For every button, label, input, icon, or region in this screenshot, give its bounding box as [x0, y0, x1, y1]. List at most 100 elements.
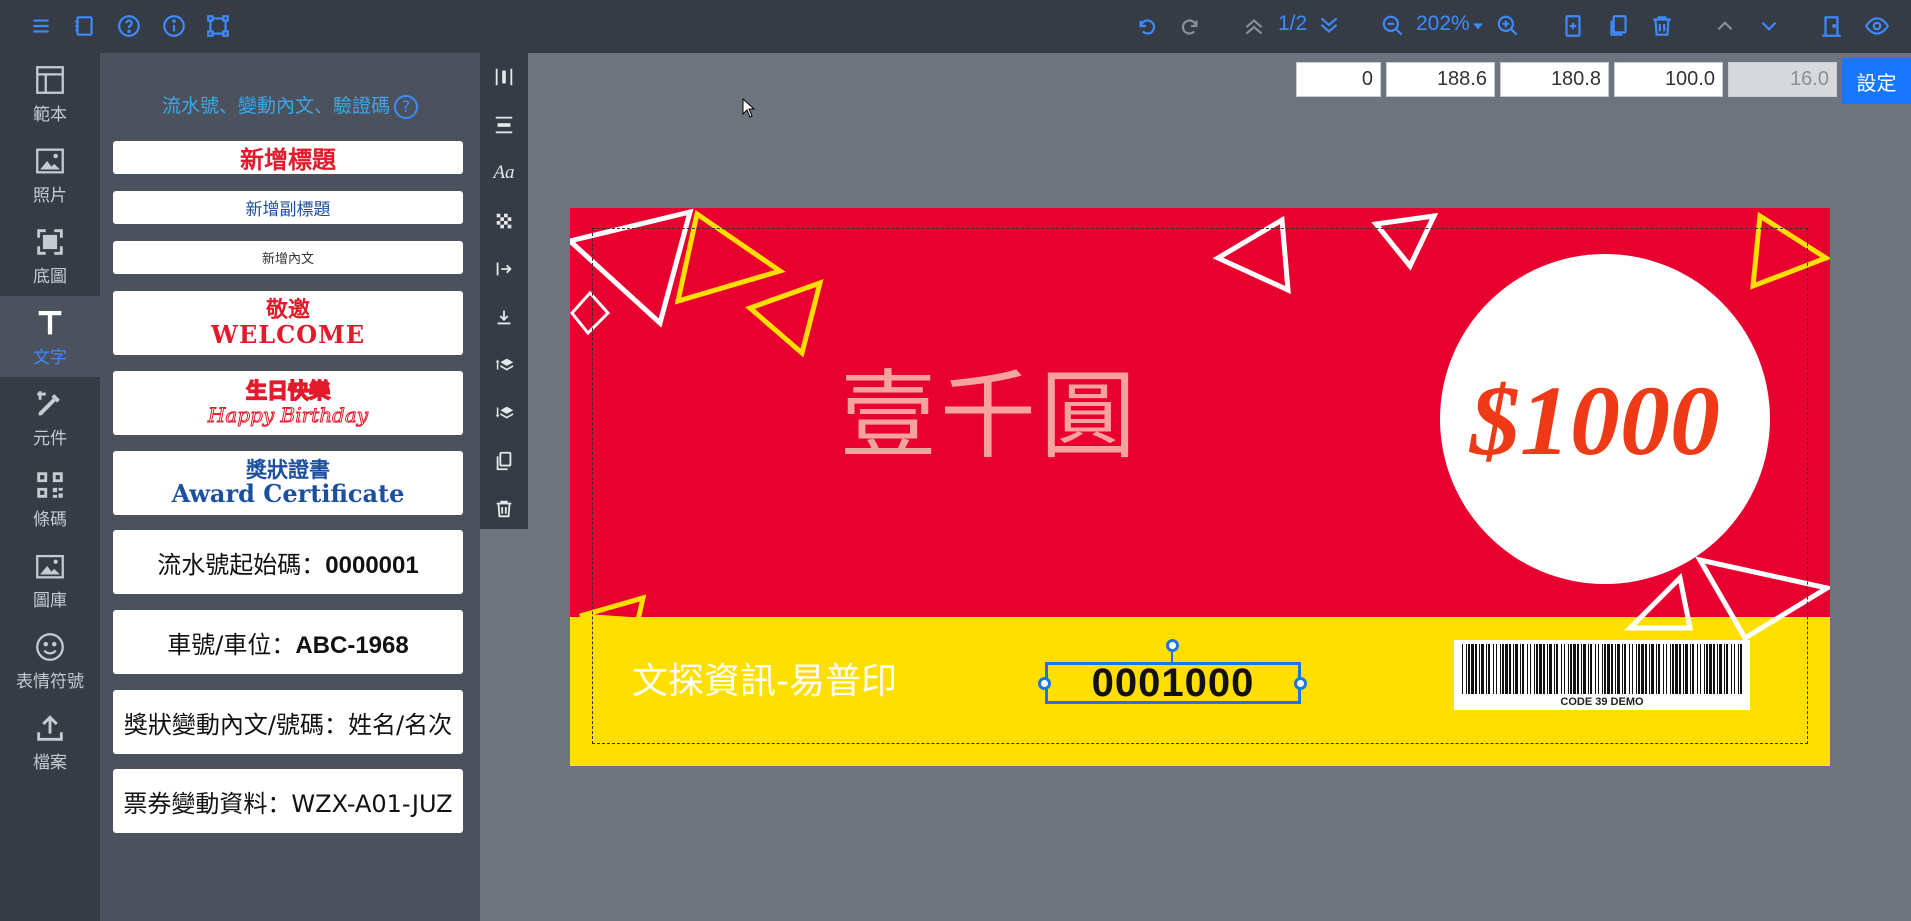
width-input[interactable]: [1500, 62, 1609, 97]
barcode-bar: [1645, 644, 1647, 694]
add-title-button[interactable]: 新增標題: [113, 141, 463, 174]
font-icon[interactable]: Aa: [480, 149, 528, 197]
barcode-bar: [1554, 644, 1555, 694]
x-input[interactable]: [1296, 62, 1381, 97]
nav-template[interactable]: 範本: [0, 53, 100, 134]
menu-icon[interactable]: [24, 9, 58, 43]
delete-icon[interactable]: [480, 485, 528, 533]
nav-element[interactable]: 元件: [0, 377, 100, 458]
barcode-bar: [1638, 644, 1640, 694]
move-up-icon[interactable]: [1708, 9, 1742, 43]
barcode-bar: [1539, 644, 1542, 694]
barcode-bar: [1663, 644, 1664, 694]
nav-text[interactable]: 文字: [0, 296, 100, 377]
ticket-canvas[interactable]: 壹千圓 $1000 文探資訊-易普印 0001000 CODE 39 DEMO: [570, 208, 1830, 766]
nav-file[interactable]: 檔案: [0, 701, 100, 782]
apply-button[interactable]: 設定: [1842, 58, 1911, 104]
undo-icon[interactable]: [1129, 9, 1163, 43]
font-size-input[interactable]: [1728, 62, 1837, 97]
barcode-bar: [1475, 644, 1477, 694]
nav-emoji[interactable]: 表情符號: [0, 620, 100, 701]
align-vertical-icon[interactable]: [480, 53, 528, 101]
barcode-bar: [1466, 644, 1467, 694]
barcode-bar: [1570, 644, 1572, 694]
preview-icon[interactable]: [1860, 9, 1894, 43]
award-variable-preset[interactable]: 獎狀變動內文/號碼：姓名/名次: [113, 690, 463, 754]
barcode-label: CODE 39 DEMO: [1560, 696, 1644, 708]
welcome-preset-top: 敬邀: [265, 296, 310, 323]
zoom-in-icon[interactable]: [1491, 9, 1525, 43]
height-input[interactable]: [1614, 62, 1723, 97]
ticket-variable-preset[interactable]: 票券變動資料：WZX-A01-JUZ: [113, 769, 463, 833]
delete-page-icon[interactable]: [1645, 9, 1679, 43]
barcode-bar: [1685, 644, 1688, 694]
exit-icon[interactable]: [1815, 9, 1849, 43]
y-input[interactable]: [1386, 62, 1495, 97]
redo-icon[interactable]: [1174, 9, 1208, 43]
barcode-bar: [1564, 644, 1565, 694]
ticket-barcode[interactable]: CODE 39 DEMO: [1454, 640, 1750, 710]
nav-label: 條碼: [33, 509, 67, 530]
zoom-out-icon[interactable]: [1376, 9, 1410, 43]
align-bottom-edge-icon[interactable]: [480, 293, 528, 341]
resize-handle-left[interactable]: [1038, 677, 1051, 690]
barcode-bar: [1629, 644, 1630, 694]
font-button-label: Aa: [493, 162, 515, 183]
bring-forward-icon[interactable]: [480, 341, 528, 389]
barcode-bar: [1719, 644, 1722, 694]
barcode-bars: [1462, 644, 1742, 694]
barcode-bar: [1624, 644, 1626, 694]
resize-handle-right[interactable]: [1294, 677, 1307, 690]
ticket-company-name[interactable]: 文探資訊-易普印: [632, 652, 897, 704]
add-body-button[interactable]: 新增內文: [113, 241, 463, 274]
add-body-label: 新增內文: [261, 252, 314, 267]
nav-photo[interactable]: 照片: [0, 134, 100, 215]
barcode-bar: [1505, 644, 1508, 694]
align-right-edge-icon[interactable]: [480, 245, 528, 293]
send-backward-icon[interactable]: [480, 389, 528, 437]
transparency-icon[interactable]: [480, 197, 528, 245]
barcode-bar: [1731, 644, 1732, 694]
add-subtitle-button[interactable]: 新增副標題: [113, 191, 463, 224]
zoom-level[interactable]: 202%: [1416, 12, 1470, 36]
page-down-icon[interactable]: [1312, 9, 1346, 43]
chevron-down-icon[interactable]: [1468, 9, 1488, 43]
barcode-bar: [1658, 644, 1660, 694]
ticket-chinese-amount[interactable]: 壹千圓: [840, 338, 1140, 477]
move-down-icon[interactable]: [1752, 9, 1786, 43]
ticket-serial-number[interactable]: 0001000: [1045, 662, 1301, 704]
help-icon[interactable]: [112, 9, 146, 43]
barcode-bar: [1471, 644, 1474, 694]
nav-gallery[interactable]: 圖庫: [0, 539, 100, 620]
nav-barcode[interactable]: 條碼: [0, 458, 100, 539]
welcome-preset[interactable]: 敬邀 WELCOME: [113, 291, 463, 355]
serial-number-preset[interactable]: 流水號起始碼：0000001: [113, 530, 463, 594]
barcode-bar: [1530, 644, 1531, 694]
page-up-icon[interactable]: [1237, 9, 1271, 43]
duplicate-icon[interactable]: [480, 437, 528, 485]
nav-background[interactable]: 底圖: [0, 215, 100, 296]
barcode-bar: [1568, 644, 1569, 694]
plate-number-preset[interactable]: 車號/車位：ABC-1968: [113, 610, 463, 674]
award-preset[interactable]: 獎狀證書 Award Certificate: [113, 451, 463, 515]
copy-page-icon[interactable]: [1601, 9, 1635, 43]
notebook-icon[interactable]: [67, 9, 101, 43]
add-page-icon[interactable]: [1556, 9, 1590, 43]
serial-number-preset-label: 流水號起始碼：0000001: [157, 545, 418, 580]
ticket-amount[interactable]: $1000: [1470, 363, 1720, 478]
barcode-bar: [1704, 644, 1705, 694]
photo-icon: [36, 148, 64, 173]
barcode-bar: [1670, 644, 1671, 694]
barcode-bar: [1697, 644, 1698, 694]
nav-label: 文字: [33, 347, 67, 368]
barcode-bar: [1717, 644, 1718, 694]
align-horizontal-icon[interactable]: [480, 101, 528, 149]
nav-label: 表情符號: [16, 671, 84, 692]
birthday-preset[interactable]: 生日快樂 Happy Birthday: [113, 371, 463, 435]
add-subtitle-label: 新增副標題: [245, 200, 331, 220]
select-frame-icon[interactable]: [201, 9, 235, 43]
nav-label: 底圖: [33, 266, 67, 287]
info-icon[interactable]: [157, 9, 191, 43]
help-icon[interactable]: ?: [394, 94, 418, 119]
barcode-bar: [1632, 644, 1633, 694]
